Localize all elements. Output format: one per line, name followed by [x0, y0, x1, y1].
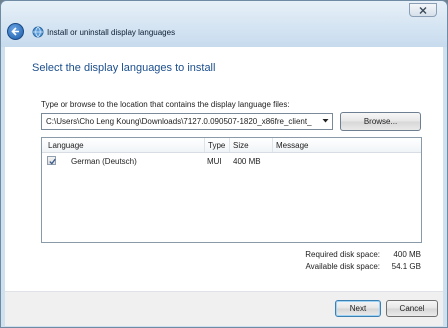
window-title: Install or uninstall display languages [47, 28, 176, 37]
cancel-button[interactable]: Cancel [386, 300, 438, 317]
path-combobox[interactable]: C:\Users\Cho Leng Koung\Downloads\7127.0… [41, 113, 333, 130]
row-language: German (Deutsch) [71, 157, 137, 166]
path-value: C:\Users\Cho Leng Koung\Downloads\7127.0… [46, 117, 312, 126]
available-space-value: 54.1 GB [391, 262, 421, 271]
path-label: Type or browse to the location that cont… [41, 100, 290, 109]
column-header-type[interactable]: Type [208, 141, 225, 150]
language-checkbox[interactable] [47, 156, 56, 165]
row-type: MUI [207, 157, 222, 166]
column-divider [229, 138, 230, 152]
column-header-size[interactable]: Size [233, 141, 249, 150]
close-button[interactable] [409, 3, 437, 17]
required-space-value: 400 MB [393, 250, 421, 259]
title-bar: Install or uninstall display languages [1, 1, 447, 47]
browse-button[interactable]: Browse... [340, 112, 421, 131]
chevron-down-icon[interactable] [322, 118, 329, 124]
column-header-language[interactable]: Language [48, 141, 84, 150]
available-space-label: Available disk space: [305, 262, 380, 271]
column-divider [204, 138, 205, 152]
row-size: 400 MB [233, 157, 261, 166]
close-icon [419, 7, 427, 14]
next-button[interactable]: Next [335, 300, 381, 317]
dialog-window: Install or uninstall display languages S… [0, 0, 448, 328]
page-heading: Select the display languages to install [32, 62, 216, 74]
back-button[interactable] [7, 23, 24, 40]
required-space-label: Required disk space: [305, 250, 380, 259]
list-header: Language Type Size Message [42, 138, 421, 153]
checkmark-icon [49, 158, 56, 165]
column-header-message[interactable]: Message [276, 141, 308, 150]
language-settings-icon [32, 26, 44, 38]
back-arrow-icon [11, 27, 19, 36]
column-divider [272, 138, 273, 152]
language-list[interactable]: Language Type Size Message German (Deuts… [41, 137, 422, 243]
